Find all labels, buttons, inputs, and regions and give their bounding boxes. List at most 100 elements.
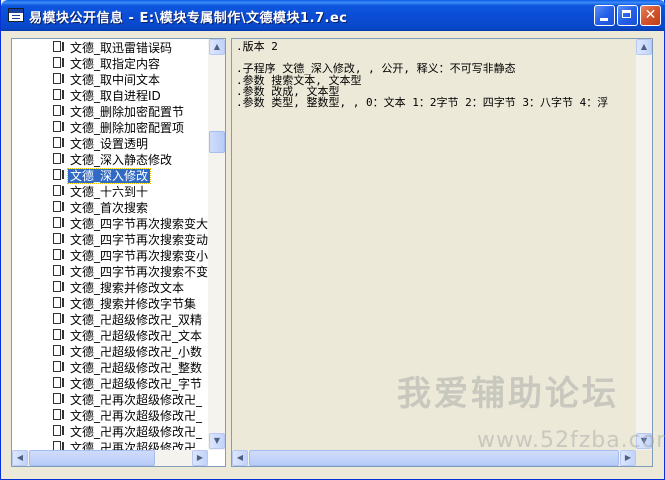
close-button[interactable]: ✕ — [640, 5, 661, 26]
subroutine-icon — [52, 328, 68, 342]
tree-item[interactable]: 文德_四字节再次搜索变小 — [52, 248, 208, 264]
subroutine-icon — [52, 248, 68, 262]
tree-item[interactable]: 文德_卍超级修改卍_文本 — [52, 328, 204, 344]
subroutine-icon — [52, 360, 68, 374]
tree-item-label: 文德_四字节再次搜索变动 — [70, 233, 208, 247]
maximize-button[interactable] — [617, 5, 638, 26]
tree-item[interactable]: 文德_取自进程ID — [52, 88, 163, 104]
code-scroll-up-button[interactable]: ▲ — [636, 39, 652, 55]
tree-item[interactable]: 文德_取迅雷错误码 — [52, 40, 174, 56]
subroutine-icon — [52, 408, 68, 422]
tree-item[interactable]: 文德_四字节再次搜索不变 — [52, 264, 208, 280]
tree-item[interactable]: 文德_卍超级修改卍_字节 — [52, 376, 204, 392]
module-tree[interactable]: 文德_取迅雷错误码 文德_取指定内容 文德_取中间文本 文德_取自进程ID 文德_删除加… — [11, 38, 226, 467]
tree-item-label: 文德_卍再次超级修改卍_ — [70, 425, 203, 439]
tree-item-label: 文德_卍再次超级修改卍_ — [70, 409, 203, 423]
tree-item-label: 文德_四字节再次搜索变大 — [70, 217, 208, 231]
subroutine-icon — [52, 136, 68, 150]
subroutine-icon — [52, 232, 68, 246]
tree-item-label: 文德_深入修改 — [66, 168, 152, 184]
subroutine-icon — [52, 440, 68, 450]
tree-item[interactable]: 文德_设置透明 — [52, 136, 150, 152]
tree-item[interactable]: 文德_取中间文本 — [52, 72, 162, 88]
main-window: 易模块公开信息 - E:\模块专属制作\文德模块1.7.ec ✕ 文德_取迅雷错… — [0, 0, 665, 480]
subroutine-icon — [52, 216, 68, 230]
tree-item[interactable]: 文德_删除加密配置节 — [52, 104, 186, 120]
watermark-url: www.52fzba.com — [477, 428, 665, 453]
code-line: .子程序 文德_深入修改, , 公开, 释义：不可写非静态 — [236, 62, 516, 76]
subroutine-icon — [52, 72, 68, 86]
subroutine-icon — [52, 264, 68, 278]
tree-item[interactable]: 文德_取指定内容 — [52, 56, 162, 72]
code-line: .版本 2 — [236, 41, 278, 53]
scroll-thumb[interactable] — [209, 131, 225, 153]
tree-item-label: 文德_删除加密配置项 — [70, 121, 185, 135]
subroutine-icon — [52, 120, 68, 134]
tree-item-label: 文德_十六到十 — [70, 185, 149, 199]
tree-item[interactable]: 文德_深入静态修改 — [52, 152, 174, 168]
tree-item[interactable]: 文德_卍再次超级修改卍_ — [52, 424, 204, 440]
title-bar[interactable]: 易模块公开信息 - E:\模块专属制作\文德模块1.7.ec ✕ — [1, 0, 665, 31]
subroutine-icon — [52, 88, 68, 102]
subroutine-icon — [52, 56, 68, 70]
tree-item[interactable]: 文德_深入修改 — [52, 168, 152, 184]
tree-item[interactable]: 文德_卍再次超级修改卍_ — [52, 408, 204, 424]
scroll-left-button[interactable]: ◀ — [12, 450, 28, 466]
subroutine-icon — [52, 104, 68, 118]
app-icon — [8, 8, 24, 22]
scroll-down-button[interactable]: ▼ — [209, 433, 225, 449]
tree-item-label: 文德_卍再次超级修改卍_ — [70, 441, 203, 450]
tree-item-label: 文德_取指定内容 — [70, 57, 161, 71]
tree-item[interactable]: 文德_卍再次超级修改卍_ — [52, 392, 204, 408]
tree-item[interactable]: 文德_搜索并修改字节集 — [52, 296, 198, 312]
scroll-up-button[interactable]: ▲ — [209, 39, 225, 55]
window-title: 易模块公开信息 - E:\模块专属制作\文德模块1.7.ec — [29, 11, 348, 26]
tree-item-label: 文德_深入静态修改 — [70, 153, 173, 167]
tree-item-label: 文德_取迅雷错误码 — [70, 41, 173, 55]
tree-list: 文德_取迅雷错误码 文德_取指定内容 文德_取中间文本 文德_取自进程ID 文德_删除加… — [12, 39, 208, 450]
subroutine-icon — [52, 344, 68, 358]
code-vertical-scrollbar[interactable]: ▲ ▼ — [636, 39, 652, 450]
tree-item[interactable]: 文德_卍超级修改卍_双精 — [52, 312, 204, 328]
scroll-thumb-horizontal[interactable] — [29, 450, 155, 466]
subroutine-icon — [52, 312, 68, 326]
subroutine-icon — [52, 280, 68, 294]
subroutine-icon — [52, 168, 68, 182]
tree-item-label: 文德_卍再次超级修改卍_ — [70, 393, 203, 407]
tree-item[interactable]: 文德_四字节再次搜索变大 — [52, 216, 208, 232]
code-line: .参数 类型, 整数型, , 0：文本 1：2字节 2：四字节 3：八字节 4：… — [236, 95, 609, 109]
close-icon: ✕ — [644, 7, 657, 23]
tree-item[interactable]: 文德_删除加密配置项 — [52, 120, 186, 136]
tree-item[interactable]: 文德_十六到十 — [52, 184, 150, 200]
tree-horizontal-scrollbar[interactable]: ◀ ▶ — [12, 450, 208, 466]
tree-item[interactable]: 文德_卍超级修改卍_整数 — [52, 360, 204, 376]
subroutine-icon — [52, 392, 68, 406]
watermark-title: 我爱辅助论坛 — [397, 374, 619, 414]
tree-item[interactable]: 文德_搜索并修改文本 — [52, 280, 186, 296]
tree-item-label: 文德_卍超级修改卍_双精 — [70, 313, 203, 327]
tree-item-label: 文德_卍超级修改卍_整数 — [70, 361, 203, 375]
subroutine-icon — [52, 376, 68, 390]
subroutine-icon — [52, 40, 68, 54]
subroutine-icon — [52, 200, 68, 214]
tree-item[interactable]: 文德_卍超级修改卍_小数 — [52, 344, 204, 360]
tree-item-label: 文德_卍超级修改卍_字节 — [70, 377, 203, 391]
tree-item-label: 文德_搜索并修改文本 — [70, 281, 185, 295]
tree-item-label: 文德_四字节再次搜索不变 — [70, 265, 208, 279]
tree-item-label: 文德_取中间文本 — [70, 73, 161, 87]
tree-item[interactable]: 文德_首次搜索 — [52, 200, 150, 216]
tree-item-label: 文德_四字节再次搜索变小 — [70, 249, 208, 263]
scroll-right-button[interactable]: ▶ — [192, 450, 208, 466]
tree-item-label: 文德_卍超级修改卍_文本 — [70, 329, 203, 343]
tree-vertical-scrollbar[interactable]: ▲ ▼ — [208, 39, 225, 450]
tree-item-label: 文德_设置透明 — [70, 137, 149, 151]
tree-item[interactable]: 文德_卍再次超级修改卍_ — [52, 440, 204, 450]
subroutine-icon — [52, 296, 68, 310]
minimize-button[interactable] — [594, 5, 615, 26]
code-scroll-left-button[interactable]: ◀ — [232, 450, 248, 466]
tree-item-label: 文德_搜索并修改字节集 — [70, 297, 197, 311]
tree-item-label: 文德_卍超级修改卍_小数 — [70, 345, 203, 359]
subroutine-icon — [52, 152, 68, 166]
tree-item-label: 文德_取自进程ID — [70, 89, 161, 103]
tree-item[interactable]: 文德_四字节再次搜索变动 — [52, 232, 208, 248]
